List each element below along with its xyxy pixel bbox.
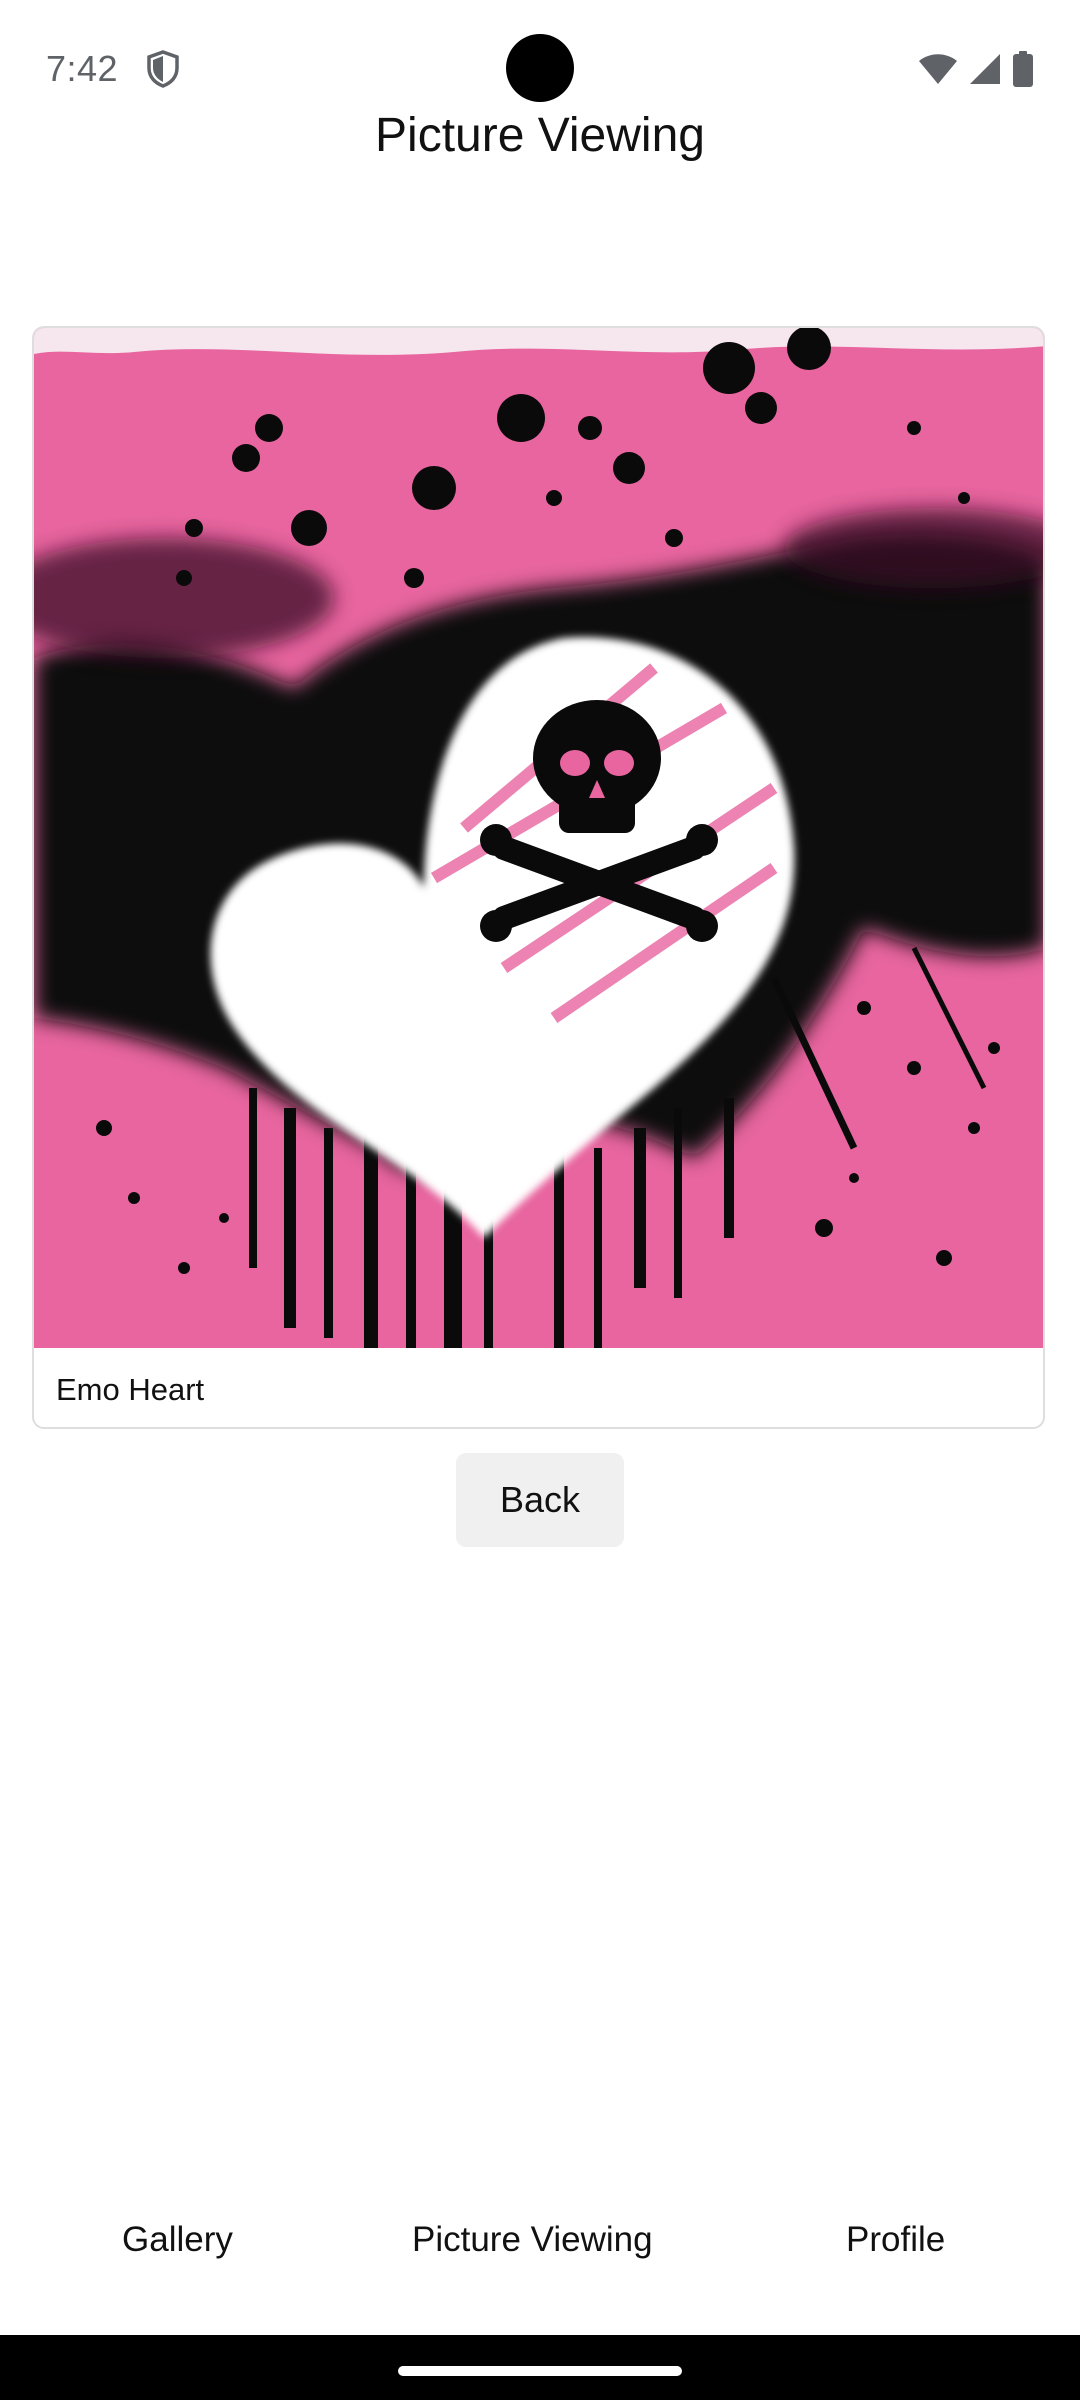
page-title: Picture Viewing (375, 109, 705, 162)
battery-icon (1013, 51, 1033, 87)
picture-caption: Emo Heart (56, 1372, 205, 1407)
status-icons (918, 50, 1034, 88)
nav-item-picture-viewing[interactable]: Picture Viewing (412, 2220, 653, 2260)
emo-heart-image (34, 328, 1043, 1348)
cellular-signal-icon (970, 54, 1000, 84)
gesture-handle[interactable] (398, 2366, 682, 2376)
nav-item-gallery[interactable]: Gallery (122, 2220, 233, 2260)
camera-cutout (506, 34, 574, 102)
status-time: 7:42 (46, 48, 119, 89)
system-nav-bar (0, 2335, 1080, 2400)
picture-card: Emo Heart (32, 326, 1045, 1429)
nav-item-profile[interactable]: Profile (846, 2220, 945, 2260)
status-bar: 7:42 (0, 0, 1080, 120)
wifi-icon (919, 54, 957, 84)
back-button[interactable]: Back (456, 1453, 624, 1547)
bottom-nav: Gallery Picture Viewing Profile (0, 2220, 1080, 2300)
shield-icon (147, 50, 179, 88)
